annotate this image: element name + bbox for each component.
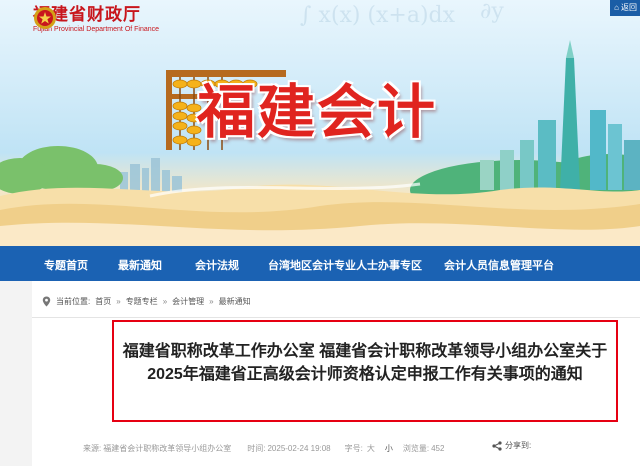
font-size-large-button[interactable]: 大 (367, 443, 375, 454)
share-widget[interactable]: 分享到: (492, 440, 531, 451)
site-logo[interactable]: 福建省财政厅 Fujian Provincial Department Of F… (33, 6, 159, 34)
nav-item-regulations[interactable]: 会计法规 (195, 257, 239, 273)
nav-item-taiwan-zone[interactable]: 台湾地区会计专业人士办事专区 (268, 257, 422, 273)
breadcrumb-separator: » (162, 297, 168, 306)
header-banner: ∫ x(x) (x+a)dx ∂y 福建省财政厅 Fujian Provinci… (0, 0, 640, 246)
views-count: 452 (431, 444, 445, 453)
time-label: 时间: (247, 444, 266, 453)
time-value: 2025-02-24 19:08 (267, 444, 331, 453)
font-size-label: 字号: (344, 444, 363, 453)
back-link-label: 返回 (621, 3, 637, 12)
share-label: 分享到: (505, 441, 532, 450)
home-icon: ⌂ (614, 3, 619, 12)
article-title-box: 福建省职称改革工作办公室 福建省会计职称改革领导小组办公室关于2025年福建省正… (112, 320, 618, 422)
font-size-small-button[interactable]: 小 (385, 443, 393, 454)
emblem-icon (34, 7, 56, 29)
nav-item-home[interactable]: 专题首页 (44, 257, 88, 273)
source-value: 福建省会计职称改革领导小组办公室 (103, 444, 232, 453)
breadcrumb-notices[interactable]: 最新通知 (219, 296, 251, 307)
article-title: 福建省职称改革工作办公室 福建省会计职称改革领导小组办公室关于2025年福建省正… (122, 343, 608, 383)
divider (32, 317, 640, 318)
svg-text:∫ x(x) (x+a)dx: ∫ x(x) (x+a)dx (300, 3, 456, 28)
article-panel: 当前位置: 首页 » 专题专栏 » 会计管理 » 最新通知 福建省职称改革工作办… (32, 281, 640, 466)
breadcrumb-separator: » (116, 297, 121, 306)
banner-title: 福建会计 (197, 78, 438, 146)
source-label: 来源: (83, 444, 102, 453)
back-link[interactable]: ⌂ 返回 (610, 0, 640, 16)
breadcrumb-home[interactable]: 首页 (95, 296, 111, 307)
breadcrumb-label: 当前位置: (56, 297, 91, 306)
share-icon (492, 440, 502, 451)
breadcrumb: 当前位置: 首页 » 专题专栏 » 会计管理 » 最新通知 (42, 296, 251, 307)
nav-item-info-platform[interactable]: 会计人员信息管理平台 (444, 257, 554, 273)
location-pin-icon (42, 296, 51, 307)
breadcrumb-accounting[interactable]: 会计管理 (172, 296, 204, 307)
main-nav: 专题首页 最新通知 会计法规 台湾地区会计专业人士办事专区 会计人员信息管理平台 (0, 246, 640, 281)
nav-item-notices[interactable]: 最新通知 (118, 257, 162, 273)
views-label: 浏览量: (402, 444, 430, 453)
breadcrumb-separator: » (209, 297, 214, 306)
svg-text:∂y: ∂y (480, 0, 504, 24)
breadcrumb-topics[interactable]: 专题专栏 (126, 296, 158, 307)
article-meta: 来源: 福建省会计职称改革领导小组办公室 时间: 2025-02-24 19:0… (83, 443, 444, 454)
